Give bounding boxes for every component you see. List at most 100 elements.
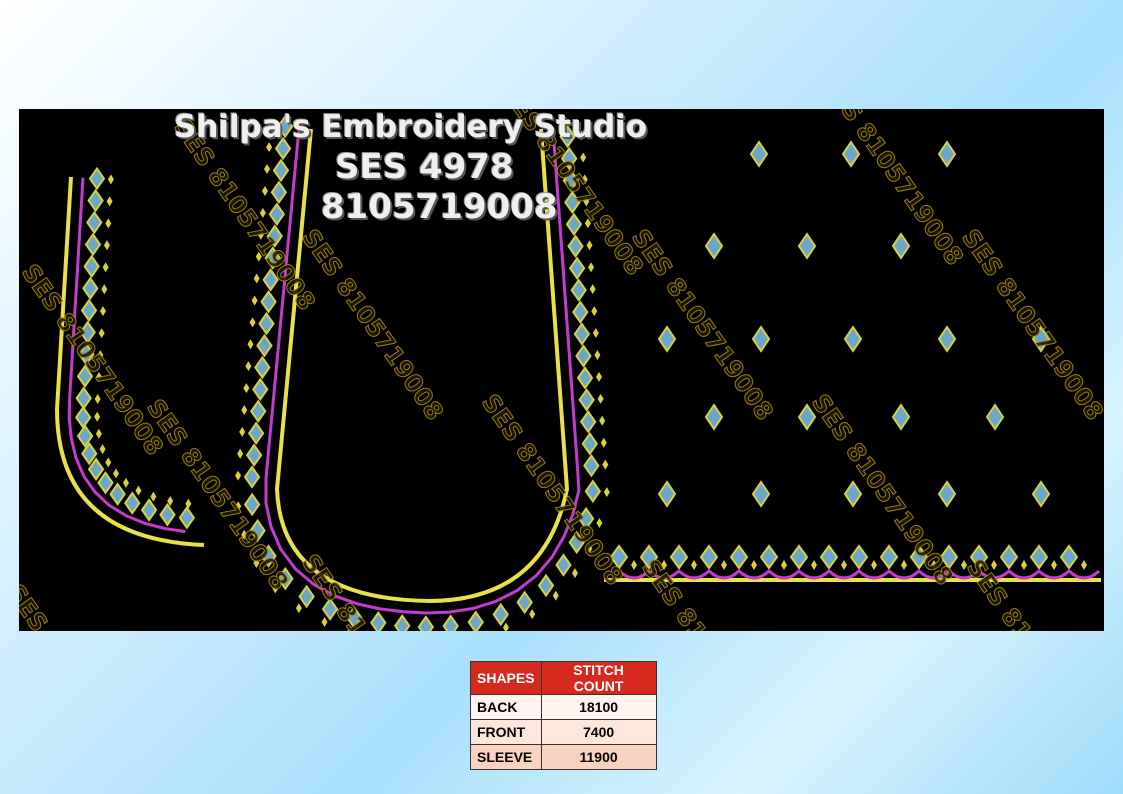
bead-motif [98,328,105,339]
butta-motif [657,480,677,508]
bead-motif [103,240,110,251]
bead-motif [529,609,536,620]
front-shape-diamond [247,421,265,445]
bead-motif [588,262,595,273]
shape-name: SLEEVE [470,744,542,770]
left-shape-diamond [80,298,98,323]
design-code: SES 4978 [335,147,514,187]
bead-motif [600,437,607,448]
bead-motif [247,339,254,350]
butta-motif [985,403,1005,431]
left-shape-diamond [109,482,126,506]
front-shape-diamond [272,158,290,183]
front-shape-diamond [254,355,271,380]
bead-motif [101,284,108,295]
left-shape-diamond [74,405,92,430]
bead-motif [261,185,268,196]
bead-motif [239,426,246,437]
front-shape-diamond [578,388,595,412]
front-shape-diamond [245,443,263,467]
front-shape-diamond [252,377,269,402]
front-shape-diamond [576,366,594,390]
stitch-count: 11900 [540,744,657,770]
bead-motif [1081,560,1087,570]
left-shape-diamond [178,505,196,530]
bead-motif [107,174,114,185]
table-row: BACK 18100 [470,694,657,720]
bottom-border-diamond [999,544,1019,570]
left-shape-diamond [159,502,176,527]
left-shape-diamond [124,491,141,515]
bead-motif [571,568,578,579]
butta-motif [843,325,863,353]
front-shape-diamond [555,553,572,577]
table-row: SLEEVE 11900 [470,744,657,770]
bead-motif [721,560,727,570]
column-header-stitch-count: STITCH COUNT [540,661,657,695]
bead-motif [1021,560,1027,570]
front-shape-diamond [583,453,600,478]
front-shape-diamond [579,410,597,434]
bead-motif [106,196,113,207]
bead-motif [591,306,598,317]
bottom-border-diamond [729,544,749,570]
bead-motif [321,616,328,627]
bead-motif [253,273,260,284]
left-shape-diamond [83,254,100,279]
butta-motif [937,325,957,353]
bead-motif [264,164,271,175]
front-shape-diamond [442,614,459,631]
left-shape-diamond [86,210,103,235]
left-shape-diamond [87,188,104,213]
bottom-border-diamond [879,544,899,570]
front-shape-diamond [417,615,435,631]
butta-motif [704,403,724,431]
front-shape-diamond [256,333,273,358]
bead-motif [241,404,248,415]
front-shape-diamond [467,610,484,631]
bead-motif [249,317,256,328]
shape-name: BACK [470,694,542,720]
left-shape-diamond [84,232,102,257]
front-shape-diamond [568,256,586,280]
phone-number: 8105719008 [321,187,558,227]
bead-motif [295,603,302,614]
butta-motif [937,480,957,508]
bead-motif [599,415,606,426]
bottom-border-diamond [849,544,869,570]
design-panel: SES 8105719008 SES 8105719008 SES 810571… [19,109,1104,631]
bottom-border-diamond [819,544,839,570]
butta-motif [891,232,911,260]
left-shape-diamond [75,386,92,410]
bottom-border-diamond [1059,544,1079,570]
front-shape-diamond [260,290,277,314]
bead-motif [781,560,787,570]
butta-motif [751,325,771,353]
bead-motif [589,284,596,295]
bottom-border-diamond [1029,544,1049,570]
stitch-count: 7400 [540,719,657,745]
left-shape-diamond [140,498,158,522]
bead-motif [150,491,157,502]
bead-motif [251,295,258,306]
left-shape-diamond [97,471,114,495]
front-shape-diamond [258,311,275,336]
bead-motif [112,468,119,479]
front-shape-diamond [570,278,587,302]
bead-motif [105,457,112,468]
bead-motif [602,459,609,470]
bead-motif [99,306,106,317]
bead-motif [597,393,604,404]
bead-motif [94,411,101,422]
bead-motif [811,560,817,570]
bead-motif [105,218,112,229]
shape-name: FRONT [470,719,542,745]
front-shape-diamond [575,344,592,368]
front-shape-diamond [567,234,584,258]
front-shape-diamond [581,431,599,456]
bead-motif [122,477,129,488]
bead-motif [871,560,877,570]
bead-motif [502,622,509,631]
bead-motif [235,470,242,481]
stitch-count: 18100 [540,694,657,720]
